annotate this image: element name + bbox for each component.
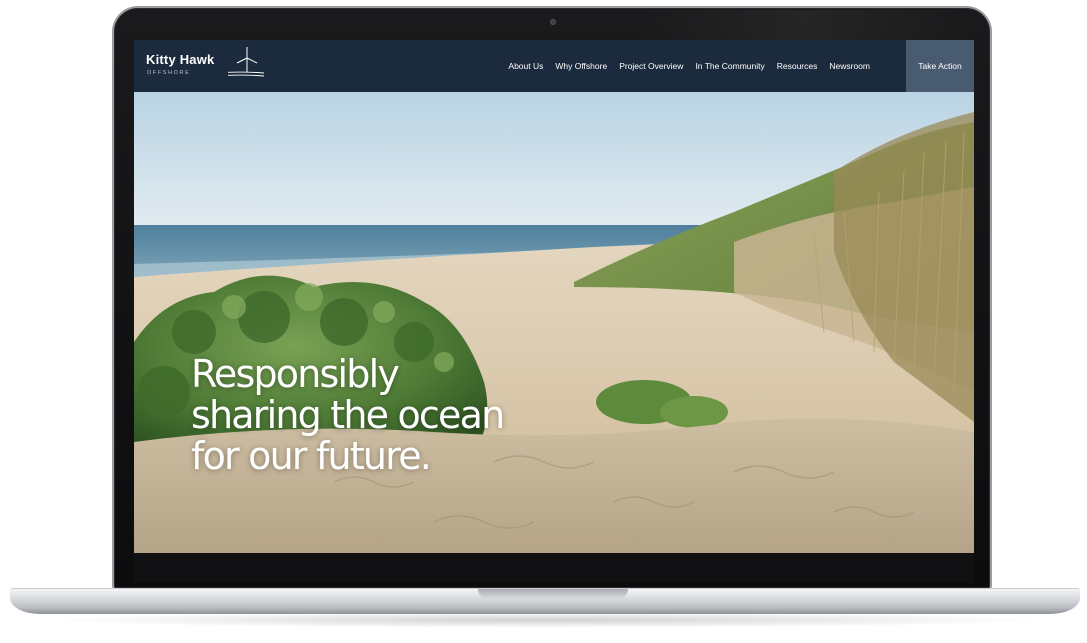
headline-line-3: for our future.: [191, 434, 432, 478]
laptop-shadow: [40, 612, 1050, 628]
laptop-bezel-bottom: [134, 553, 974, 583]
nav-project-overview[interactable]: Project Overview: [619, 61, 683, 71]
brand-name: Kitty Hawk: [146, 52, 215, 67]
wind-turbine-icon: [228, 47, 265, 77]
take-action-button[interactable]: Take Action: [906, 40, 974, 92]
camera-icon: [550, 19, 556, 25]
brand-subtitle: OFFSHORE: [147, 70, 191, 76]
hero-beach-image: [134, 92, 974, 553]
headline-line-1: Responsibly: [191, 352, 400, 396]
brand-logo[interactable]: Kitty Hawk OFFSHORE: [146, 47, 276, 82]
hero-headline: Responsibly sharing the ocean for our fu…: [191, 354, 611, 477]
nav-resources[interactable]: Resources: [777, 61, 818, 71]
nav-newsroom[interactable]: Newsroom: [829, 61, 870, 71]
hero-section: Responsibly sharing the ocean for our fu…: [134, 92, 974, 553]
nav-in-the-community[interactable]: In The Community: [695, 61, 764, 71]
nav-about-us[interactable]: About Us: [508, 61, 543, 71]
laptop-opening-notch: [478, 589, 628, 599]
lid-reflection: [634, 10, 974, 40]
main-navigation: About Us Why Offshore Project Overview I…: [508, 40, 870, 92]
headline-line-2: sharing the ocean: [191, 393, 505, 437]
nav-why-offshore[interactable]: Why Offshore: [555, 61, 607, 71]
site-header: Kitty Hawk OFFSHORE About Us Why Offshor…: [134, 40, 974, 92]
laptop-screen: Kitty Hawk OFFSHORE About Us Why Offshor…: [134, 40, 974, 553]
